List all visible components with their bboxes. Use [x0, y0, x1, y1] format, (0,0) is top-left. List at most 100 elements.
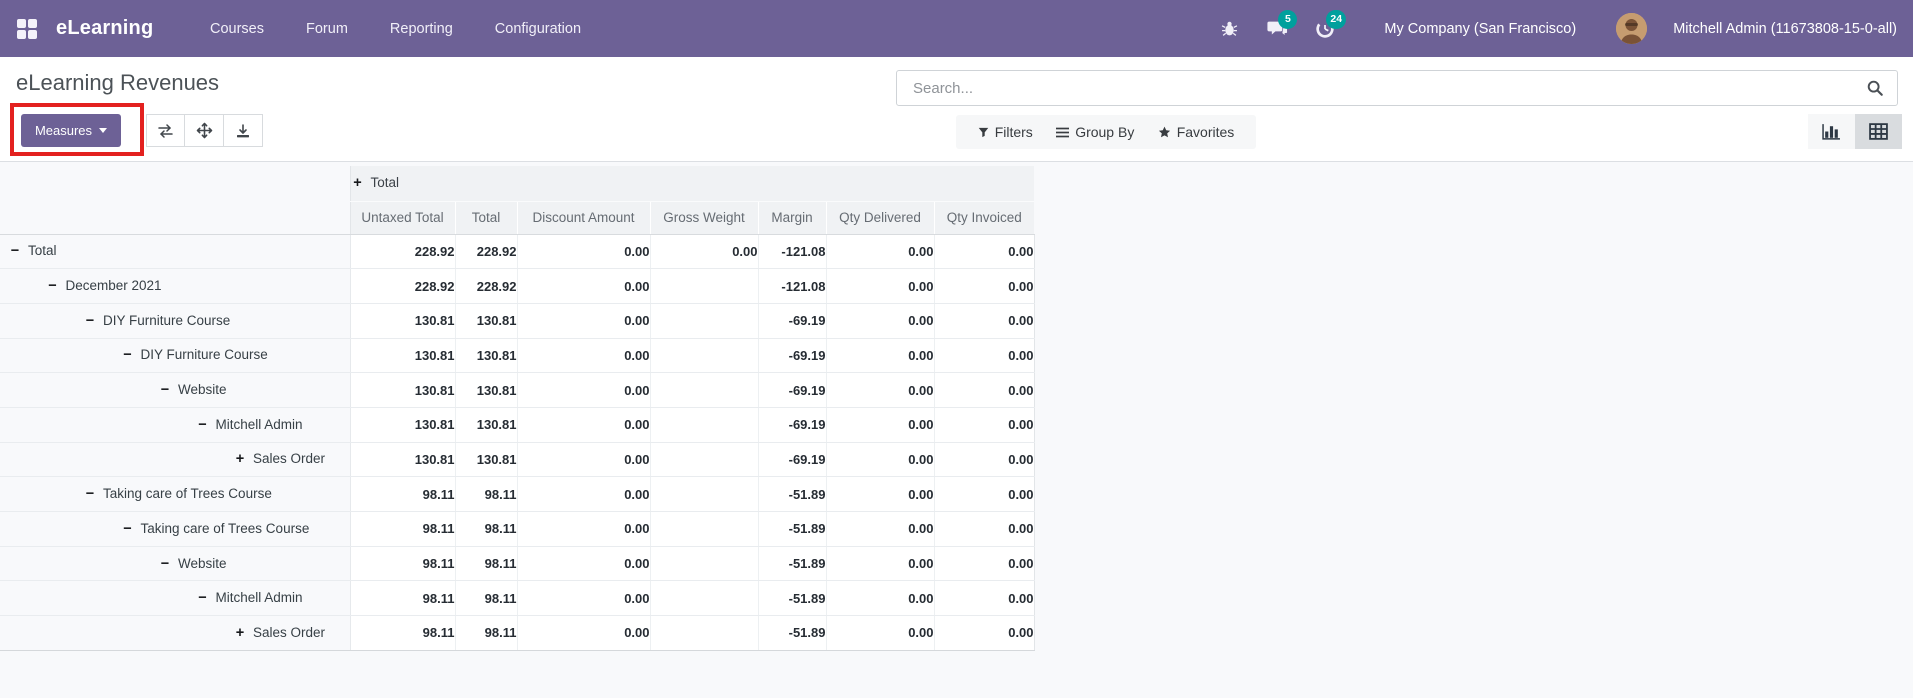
pivot-cell: 0.00: [516, 338, 650, 374]
group-by-button[interactable]: Group By: [1056, 124, 1134, 140]
pivot-cell: 0.00: [933, 268, 1035, 304]
pivot-cell: 0.00: [825, 476, 934, 512]
app-name[interactable]: eLearning: [56, 17, 153, 40]
collapse-row-icon[interactable]: −: [196, 417, 210, 433]
table-row: − Total 228.92 228.92 0.00 0.00 -121.08 0.00 0.0…: [0, 234, 1035, 270]
pivot-cell: 0.00: [516, 511, 650, 547]
row-label[interactable]: − Taking care of Trees Course: [0, 511, 350, 547]
row-label[interactable]: + Sales Order: [0, 615, 350, 651]
menu-forum[interactable]: Forum: [306, 21, 348, 37]
expand-row-icon[interactable]: +: [233, 451, 247, 467]
pivot-cell: 0.00: [516, 546, 650, 582]
row-label[interactable]: − Taking care of Trees Course: [0, 476, 350, 512]
measure-header[interactable]: Qty Delivered: [825, 201, 934, 235]
pivot-cell: 0.00: [933, 372, 1035, 408]
measure-header[interactable]: Qty Invoiced: [933, 201, 1035, 235]
pivot-cell: 98.11: [349, 511, 455, 547]
menu-configuration[interactable]: Configuration: [495, 21, 581, 37]
pivot-table: + Total Untaxed Total Total Discount Amount…: [0, 166, 1035, 651]
row-label[interactable]: + Sales Order: [0, 442, 350, 478]
pivot-cell: -121.08: [757, 234, 826, 270]
pivot-cell: 0.00: [825, 442, 934, 478]
pivot-cell: 0.00: [516, 407, 650, 443]
activities-icon[interactable]: 24: [1314, 9, 1347, 40]
collapse-row-icon[interactable]: −: [121, 521, 135, 537]
pivot-cell: [649, 372, 758, 408]
view-chart-button[interactable]: [1808, 114, 1855, 149]
pivot-cell: 0.00: [825, 511, 934, 547]
pivot-cell: -69.19: [757, 407, 826, 443]
row-label[interactable]: − Mitchell Admin: [0, 580, 350, 617]
pivot-cell: 130.81: [454, 442, 517, 478]
expand-all-icon: [196, 122, 212, 139]
messages-badge: 5: [1278, 9, 1298, 29]
pivot-cell: [649, 511, 758, 547]
bug-icon[interactable]: [1218, 18, 1240, 40]
pivot-cell: 0.00: [825, 268, 934, 304]
collapse-row-icon[interactable]: −: [46, 278, 60, 294]
table-row: − Taking care of Trees Course 98.11 98.11 0.…: [0, 476, 1035, 512]
pivot-cell: [649, 476, 758, 512]
collapse-row-icon[interactable]: −: [83, 313, 97, 329]
row-label[interactable]: − Mitchell Admin: [0, 407, 350, 443]
search-input[interactable]: [911, 78, 1866, 98]
favorites-button[interactable]: Favorites: [1158, 124, 1234, 140]
collapse-row-icon[interactable]: −: [83, 486, 97, 502]
company-name[interactable]: My Company (San Francisco): [1384, 21, 1576, 37]
favorite-star-icon: [1158, 126, 1170, 138]
download-button[interactable]: [224, 114, 263, 147]
collapse-row-icon[interactable]: −: [121, 347, 135, 363]
bar-chart-icon: [1822, 124, 1840, 140]
table-row: − Taking care of Trees Course 98.11 98.11 0.…: [0, 511, 1035, 547]
view-switcher: [1808, 114, 1902, 149]
row-label[interactable]: − Website: [0, 372, 350, 408]
pivot-cell: -51.89: [757, 476, 826, 512]
collapse-row-icon[interactable]: −: [8, 243, 22, 259]
expand-column-icon[interactable]: +: [351, 175, 365, 191]
row-label[interactable]: − December 2021: [0, 268, 350, 304]
user-name[interactable]: Mitchell Admin (11673808-15-0-all): [1673, 21, 1897, 37]
expand-row-icon[interactable]: +: [233, 625, 247, 641]
collapse-row-icon[interactable]: −: [158, 382, 172, 398]
collapse-row-icon[interactable]: −: [158, 556, 172, 572]
view-pivot-button[interactable]: [1855, 114, 1902, 149]
row-label[interactable]: − Total: [0, 234, 350, 270]
avatar[interactable]: [1616, 13, 1648, 44]
pivot-cell: 0.00: [825, 372, 934, 408]
measure-header[interactable]: Total: [454, 201, 517, 235]
apps-menu-icon[interactable]: [17, 18, 37, 39]
pivot-cell: [649, 546, 758, 582]
pivot-cell: [649, 442, 758, 478]
filter-bar: Filters Group By Favorites: [956, 115, 1256, 149]
search-icon[interactable]: [1866, 79, 1884, 97]
navbar: eLearning Courses Forum Reporting Configura…: [0, 0, 1913, 57]
pivot-cell: 228.92: [349, 234, 455, 270]
pivot-cell: 0.00: [825, 303, 934, 339]
measure-header[interactable]: Margin: [757, 201, 826, 235]
row-label[interactable]: − Website: [0, 546, 350, 582]
row-label[interactable]: − DIY Furniture Course: [0, 338, 350, 374]
pivot-cell: -69.19: [757, 372, 826, 408]
row-label[interactable]: − DIY Furniture Course: [0, 303, 350, 339]
pivot-cell: 0.00: [933, 546, 1035, 582]
pivot-cell: 0.00: [825, 546, 934, 582]
collapse-row-icon[interactable]: −: [196, 590, 210, 606]
col-group-header[interactable]: + Total: [349, 166, 1035, 202]
messages-icon[interactable]: 5: [1266, 9, 1298, 40]
pivot-cell: 0.00: [825, 234, 934, 270]
menu-courses[interactable]: Courses: [210, 21, 264, 37]
filters-button[interactable]: Filters: [978, 124, 1033, 140]
flip-axis-button[interactable]: [146, 114, 185, 147]
table-row: − Mitchell Admin 98.11 98.11 0.00 -51.89 0.00 0…: [0, 580, 1035, 617]
filter-funnel-icon: [978, 127, 988, 137]
pivot-cell: 0.00: [516, 615, 650, 651]
expand-all-button[interactable]: [185, 114, 224, 147]
pivot-cell: 130.81: [454, 372, 517, 408]
pivot-cell: 0.00: [825, 338, 934, 374]
pivot-cell: 228.92: [349, 268, 455, 304]
measure-header[interactable]: Untaxed Total: [349, 201, 455, 235]
menu-reporting[interactable]: Reporting: [390, 21, 453, 37]
measures-button[interactable]: Measures: [21, 114, 121, 147]
measure-header[interactable]: Discount Amount: [516, 201, 650, 235]
measure-header[interactable]: Gross Weight: [649, 201, 758, 235]
